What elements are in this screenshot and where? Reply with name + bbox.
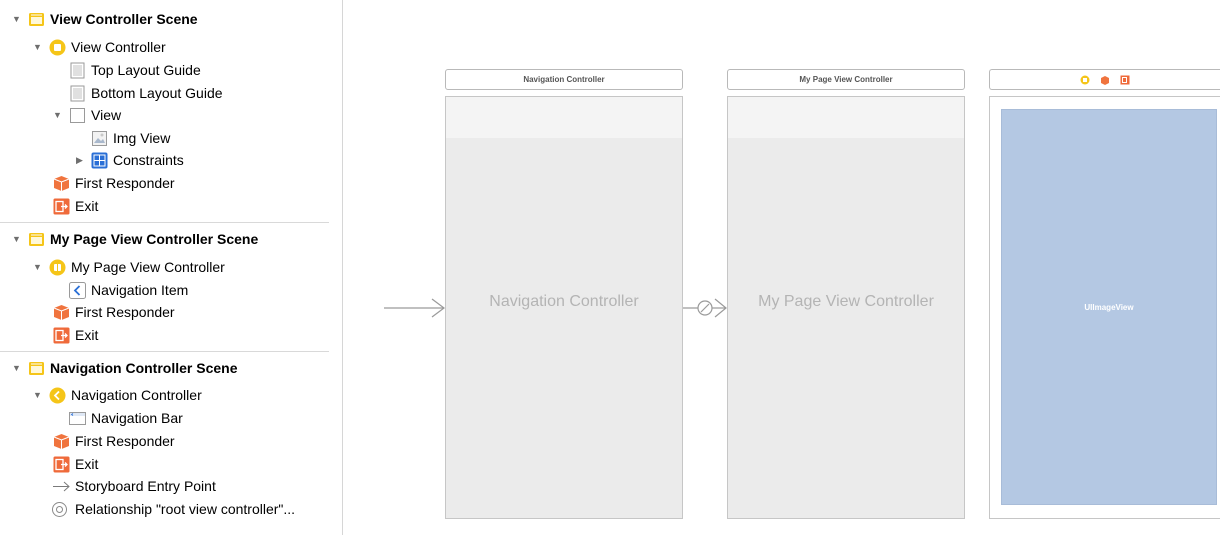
outline-item-view-controller[interactable]: ▼ View Controller — [33, 36, 166, 58]
outline-item-exit[interactable]: Exit — [53, 195, 98, 217]
scene-dock-navigation-controller[interactable]: Navigation Controller — [445, 69, 683, 90]
item-label: Storyboard Entry Point — [75, 478, 216, 494]
item-label: View — [91, 107, 122, 123]
storyboard-entry-arrow[interactable] — [384, 296, 446, 320]
scene-dock-my-page-view-controller[interactable]: My Page View Controller — [727, 69, 965, 90]
scene-title: Navigation Controller Scene — [50, 360, 238, 376]
outline-item-exit[interactable]: Exit — [53, 453, 98, 475]
outline-item-first-responder[interactable]: First Responder — [53, 172, 175, 194]
outline-item-view[interactable]: ▼ View — [53, 104, 121, 126]
storyboard-canvas[interactable]: Navigation Controller Navigation Control… — [344, 0, 1220, 535]
document-outline: ▼ View Controller Scene ▼ View Controlle… — [0, 0, 343, 535]
item-label: Navigation Item — [91, 282, 189, 298]
first-responder-icon — [53, 433, 70, 450]
navigation-controller-scene[interactable]: Navigation Controller — [445, 96, 683, 519]
disclosure-expanded-icon[interactable]: ▼ — [53, 110, 62, 120]
outline-item-first-responder[interactable]: First Responder — [53, 301, 175, 323]
disclosure-expanded-icon[interactable]: ▼ — [33, 42, 42, 52]
outline-item-constraints[interactable]: ▶ Constraints — [75, 149, 184, 171]
scene-icon — [28, 231, 45, 248]
first-responder-icon — [53, 175, 70, 192]
outline-item-bottom-layout-guide[interactable]: Bottom Layout Guide — [69, 82, 223, 104]
scene-dock-title: Navigation Controller — [523, 75, 605, 84]
disclosure-expanded-icon[interactable]: ▼ — [12, 14, 21, 24]
exit-dock-icon[interactable] — [1120, 75, 1130, 85]
navigation-controller-icon — [49, 387, 66, 404]
item-label: First Responder — [75, 304, 175, 320]
scene-separator — [0, 222, 329, 223]
view-controller-scene[interactable]: UIImageView — [989, 96, 1220, 519]
scene-icon — [28, 11, 45, 28]
scene-placeholder-label: Navigation Controller — [489, 293, 639, 310]
item-label: Exit — [75, 198, 99, 214]
outline-scene-view-controller[interactable]: ▼ View Controller Scene — [12, 8, 198, 30]
scene-title: View Controller Scene — [50, 11, 198, 27]
item-label: Relationship "root view controller"... — [75, 501, 296, 517]
navigation-bar — [728, 97, 964, 138]
outline-item-top-layout-guide[interactable]: Top Layout Guide — [69, 59, 201, 81]
outline-item-img-view[interactable]: Img View — [91, 127, 170, 149]
outline-item-first-responder[interactable]: First Responder — [53, 430, 175, 452]
outline-item-relationship[interactable]: Relationship "root view controller"... — [48, 498, 295, 520]
disclosure-expanded-icon[interactable]: ▼ — [12, 234, 21, 244]
outline-item-storyboard-entry-point[interactable]: Storyboard Entry Point — [53, 475, 216, 497]
outline-item-navigation-item[interactable]: Navigation Item — [69, 279, 188, 301]
item-label: Constraints — [113, 152, 184, 168]
item-label: Img View — [113, 130, 171, 146]
relationship-segue-icon — [48, 501, 70, 518]
disclosure-expanded-icon[interactable]: ▼ — [33, 390, 42, 400]
relationship-segue[interactable] — [683, 296, 727, 320]
disclosure-collapsed-icon[interactable]: ▶ — [75, 155, 84, 165]
item-label: Exit — [75, 456, 99, 472]
first-responder-icon — [53, 304, 70, 321]
outline-item-exit[interactable]: Exit — [53, 324, 98, 346]
outline-item-navigation-controller[interactable]: ▼ Navigation Controller — [33, 384, 202, 406]
exit-icon — [53, 327, 70, 344]
outline-scene-my-page-view-controller[interactable]: ▼ My Page View Controller Scene — [12, 228, 258, 250]
scene-dock-view-controller[interactable] — [989, 69, 1220, 90]
layout-guide-icon — [69, 85, 86, 102]
item-label: My Page View Controller — [71, 259, 225, 275]
navigation-bar-icon — [69, 410, 86, 427]
entry-point-arrow-icon — [53, 478, 70, 495]
view-controller-icon — [49, 39, 66, 56]
image-view-label: UIImageView — [1084, 302, 1134, 312]
image-view[interactable]: UIImageView — [1001, 109, 1217, 505]
outline-item-navigation-bar[interactable]: Navigation Bar — [69, 407, 183, 429]
scene-icon — [28, 360, 45, 377]
my-page-view-controller-scene[interactable]: My Page View Controller — [727, 96, 965, 519]
disclosure-expanded-icon[interactable]: ▼ — [12, 363, 21, 373]
item-label: Navigation Controller — [71, 387, 202, 403]
exit-icon — [53, 456, 70, 473]
scene-placeholder-label: My Page View Controller — [758, 293, 934, 310]
view-controller-dock-icon[interactable] — [1080, 75, 1090, 85]
item-label: Top Layout Guide — [91, 62, 201, 78]
scene-dock-title: My Page View Controller — [799, 75, 893, 84]
exit-icon — [53, 198, 70, 215]
navigation-bar — [446, 97, 682, 138]
first-responder-dock-icon[interactable] — [1100, 75, 1110, 85]
scene-separator — [0, 351, 329, 352]
layout-guide-icon — [69, 62, 86, 79]
view-icon — [69, 107, 86, 124]
disclosure-expanded-icon[interactable]: ▼ — [33, 262, 42, 272]
constraints-icon — [91, 152, 108, 169]
item-label: Navigation Bar — [91, 410, 183, 426]
page-view-controller-icon — [49, 259, 66, 276]
item-label: View Controller — [71, 39, 166, 55]
navigation-item-icon — [69, 281, 86, 299]
scene-title: My Page View Controller Scene — [50, 231, 259, 247]
outline-scene-navigation-controller[interactable]: ▼ Navigation Controller Scene — [12, 357, 237, 379]
outline-item-my-page-view-controller[interactable]: ▼ My Page View Controller — [33, 256, 225, 278]
item-label: First Responder — [75, 433, 175, 449]
item-label: Exit — [75, 327, 99, 343]
item-label: Bottom Layout Guide — [91, 85, 223, 101]
item-label: First Responder — [75, 175, 175, 191]
image-view-icon — [91, 130, 108, 147]
